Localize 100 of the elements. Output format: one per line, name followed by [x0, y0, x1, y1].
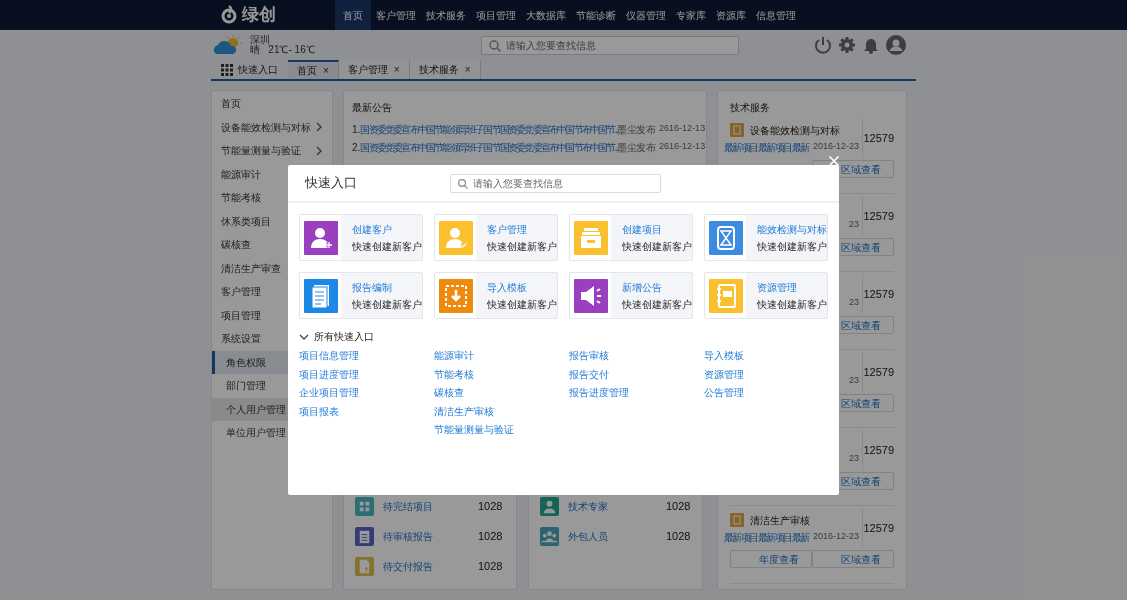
tile-subtitle: 快速创建新客户 [757, 297, 827, 312]
shortcut-link[interactable]: 报告审核 [569, 347, 693, 366]
search-icon [457, 177, 468, 189]
nav-item[interactable]: 技术服务 [421, 0, 471, 30]
stat-link[interactable]: 待完结项目 [383, 498, 478, 514]
search-field[interactable]: 请输入您要查找信息 [450, 173, 661, 193]
shortcut-tile[interactable]: 客户管理 快速创建新客户 [434, 214, 558, 261]
nav-item[interactable]: 专家库 [671, 0, 711, 30]
shortcut-link[interactable]: 碳核查 [434, 384, 558, 403]
search-field[interactable]: 请输入您要查找信息 [480, 35, 739, 55]
shortcut-tile[interactable]: 资源管理 快速创建新客户 [704, 272, 828, 319]
tile-subtitle: 快速创建新客户 [622, 297, 692, 312]
stat-count: 1028 [666, 528, 691, 544]
city-label: 深圳 [250, 35, 271, 45]
shortcut-tile[interactable]: 新增公告 快速创建新客户 [569, 272, 693, 319]
grid-icon [355, 496, 374, 516]
service-link[interactable]: 最新项目最新项目最新 [723, 139, 809, 155]
tile-title: 客户管理 [487, 222, 528, 237]
view-button[interactable]: 区域查看 [812, 550, 894, 568]
shortcut-link[interactable]: 节能考核 [434, 365, 558, 384]
nav-item[interactable]: 仪器管理 [621, 0, 671, 30]
announcement-source: 墨尘发布 [617, 122, 656, 137]
bell-icon[interactable] [862, 36, 880, 54]
tile-subtitle: 快速创建新客户 [487, 297, 557, 312]
tile-subtitle: 快速创建新客户 [622, 239, 692, 254]
grid-icon [221, 63, 233, 76]
avatar-icon[interactable] [886, 35, 906, 55]
nav-item[interactable]: 节能诊断 [571, 0, 621, 30]
tab-close-button[interactable]: × [323, 63, 329, 78]
tab-close-button[interactable]: × [464, 62, 471, 77]
tab-label: 技术服务 [418, 63, 459, 77]
shortcut-link[interactable]: 清洁生产审核 [434, 402, 558, 421]
panel-title: 最新公告 [352, 101, 393, 115]
service-link[interactable]: 最新项目最新项目最新 [723, 529, 809, 545]
clipboard-icon [355, 526, 374, 546]
search-icon [487, 38, 501, 52]
nav-item[interactable]: 项目管理 [471, 0, 521, 30]
stat-count: 1028 [666, 498, 691, 514]
tile-title: 新增公告 [622, 280, 663, 295]
shortcut-link[interactable]: 能源审计 [434, 347, 558, 366]
nav-item[interactable]: 大数据库 [521, 0, 571, 30]
dialog-title: 快速入口 [305, 174, 358, 193]
nav-item[interactable]: 客户管理 [371, 0, 421, 30]
shortcut-tile[interactable]: 创建项目 快速创建新客户 [569, 214, 693, 261]
service-date: 2016-12-23 [812, 140, 859, 154]
shortcut-link[interactable]: 导入模板 [704, 347, 828, 366]
tile-subtitle: 快速创建新客户 [352, 297, 422, 312]
tile-subtitle: 快速创建新客户 [352, 239, 422, 254]
tab[interactable]: 首页 × [288, 60, 339, 79]
tab[interactable]: 技术服务 × [409, 60, 481, 79]
all-shortcuts-toggle[interactable]: 所有快速入口 [299, 329, 374, 344]
sidebar-item[interactable]: 节能量测量与验证 [212, 139, 332, 163]
project-icon [730, 513, 744, 527]
group-icon [540, 526, 559, 546]
weather-icon [211, 34, 243, 56]
shortcut-link[interactable]: 报告进度管理 [569, 384, 693, 403]
announcement-link[interactable]: 国资委党委宣布中国节能领导班子国节国资委党委宣布中国节布中国节... [360, 139, 618, 155]
announcement-date: 2616-12-13 [659, 122, 706, 136]
stat-link[interactable]: 待交付报告 [383, 558, 478, 574]
list-index: 1. [352, 122, 361, 137]
announcement-source: 墨尘发布 [617, 140, 656, 155]
view-button[interactable]: 年度查看 [730, 550, 812, 568]
stat-link[interactable]: 技术专家 [568, 498, 666, 514]
tab-close-button[interactable]: × [393, 62, 400, 77]
power-icon[interactable] [814, 36, 832, 54]
announcement-date: 2616-12-13 [659, 140, 706, 154]
shortcut-link[interactable]: 节能量测量与验证 [434, 421, 558, 440]
announcement-link[interactable]: 国资委党委宣布中国节能领导班子国节国资委党委宣布中国节布中国节... [360, 121, 618, 137]
service-date: 23 [849, 296, 859, 310]
document-upload-icon [355, 556, 374, 576]
nav-item[interactable]: 首页 [335, 0, 371, 30]
person-icon [540, 496, 559, 516]
shortcut-tile[interactable]: 报告编制 快速创建新客户 [299, 272, 423, 319]
nav-item[interactable]: 资源库 [711, 0, 751, 30]
tile-title: 导入模板 [487, 280, 528, 295]
sidebar-item[interactable]: 首页 [212, 92, 332, 116]
shortcut-tile[interactable]: 能效检测与对标 快速创建新客户 [704, 214, 828, 261]
settings-icon[interactable] [838, 36, 856, 54]
shortcut-link[interactable]: 报告交付 [569, 365, 693, 384]
chevron-right-icon [316, 145, 322, 156]
tile-title: 资源管理 [757, 280, 798, 295]
tab-label: 客户管理 [347, 63, 388, 77]
stat-count: 1028 [478, 498, 503, 514]
tile-title: 报告编制 [352, 280, 393, 295]
sidebar-item[interactable]: 设备能效检测与对标 [212, 115, 332, 139]
project-icon [730, 123, 744, 137]
stat-count: 1028 [478, 558, 503, 574]
stat-link[interactable]: 外包人员 [568, 528, 666, 544]
service-count: 12579 [863, 442, 894, 458]
close-icon[interactable] [828, 155, 840, 167]
shortcut-tile[interactable]: 导入模板 快速创建新客户 [434, 272, 558, 319]
quick-entry-button[interactable]: 快速入口 [211, 60, 288, 79]
shortcut-tile[interactable]: 创建客户 快速创建新客户 [299, 214, 423, 261]
stat-link[interactable]: 待审核报告 [383, 528, 478, 544]
nav-item[interactable]: 信息管理 [751, 0, 801, 30]
shortcut-link[interactable]: 资源管理 [704, 365, 828, 384]
tab[interactable]: 客户管理 × [338, 60, 410, 79]
logo-text: 绿创 [242, 4, 276, 27]
tile-title: 创建项目 [622, 222, 663, 237]
tile-title: 创建客户 [352, 222, 393, 237]
